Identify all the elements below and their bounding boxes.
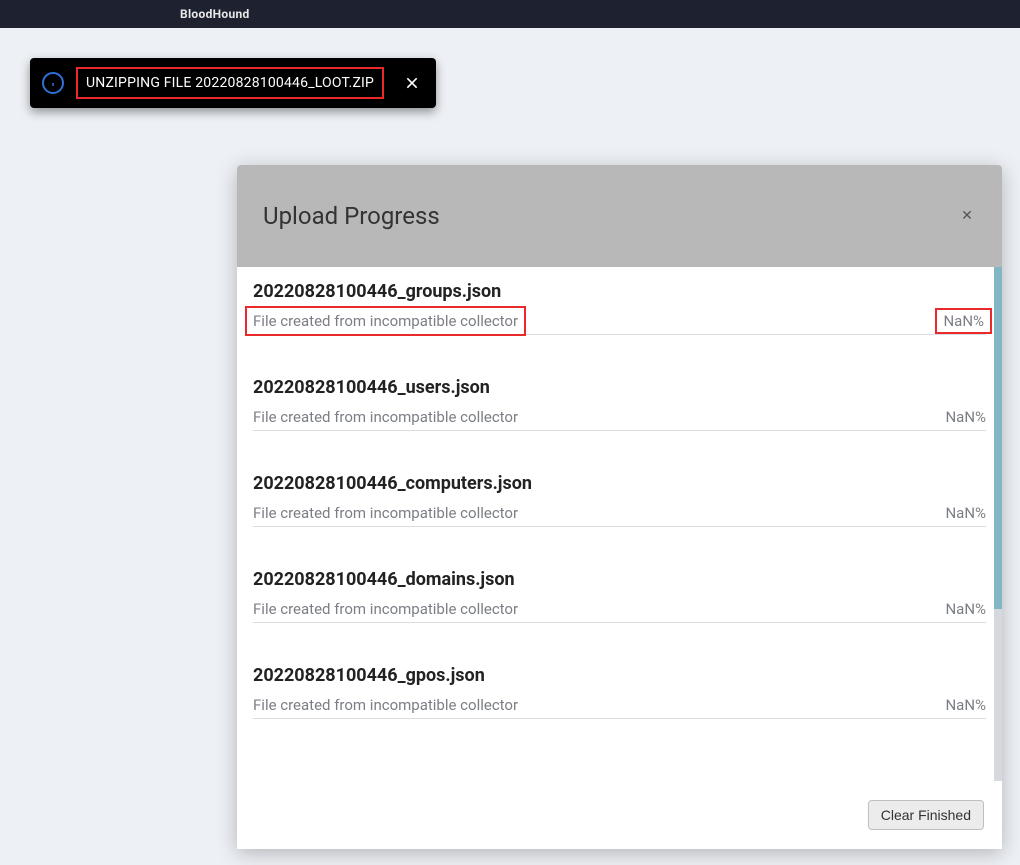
file-status: File created from incompatible collector: [253, 600, 518, 618]
file-name: 20220828100446_groups.json: [253, 281, 986, 302]
upload-progress-panel: Upload Progress ✕ 20220828100446_groups.…: [237, 165, 1002, 849]
unzip-toast: UNZIPPING FILE 20220828100446_LOOT.ZIP: [30, 58, 436, 108]
scrollbar-thumb[interactable]: [994, 267, 1002, 609]
file-percent: NaN%: [945, 408, 986, 426]
file-name: 20220828100446_domains.json: [253, 569, 986, 590]
app-title: BloodHound: [180, 7, 250, 21]
info-icon: [42, 72, 64, 94]
file-item: 20220828100446_domains.json File created…: [253, 569, 986, 623]
panel-title: Upload Progress: [263, 202, 440, 230]
panel-header: Upload Progress ✕: [237, 165, 1002, 267]
file-status-row: File created from incompatible collector…: [253, 312, 986, 335]
file-percent: NaN%: [935, 308, 992, 334]
file-status: File created from incompatible collector: [253, 408, 518, 426]
file-percent: NaN%: [945, 504, 986, 522]
file-item: 20220828100446_groups.json File created …: [253, 281, 986, 335]
panel-close-button[interactable]: ✕: [958, 207, 976, 225]
file-status: File created from incompatible collector: [253, 696, 518, 714]
file-percent: NaN%: [945, 696, 986, 714]
close-icon: ✕: [961, 208, 973, 224]
titlebar: BloodHound: [0, 0, 1020, 28]
file-name: 20220828100446_users.json: [253, 377, 986, 398]
file-item: 20220828100446_gpos.json File created fr…: [253, 665, 986, 719]
file-item: 20220828100446_users.json File created f…: [253, 377, 986, 431]
toast-message: UNZIPPING FILE 20220828100446_LOOT.ZIP: [76, 67, 384, 99]
file-name: 20220828100446_gpos.json: [253, 665, 986, 686]
file-status-row: File created from incompatible collector…: [253, 696, 986, 719]
panel-footer: Clear Finished: [237, 781, 1002, 849]
file-name: 20220828100446_computers.json: [253, 473, 986, 494]
clear-finished-button[interactable]: Clear Finished: [868, 800, 984, 830]
toast-close-button[interactable]: [398, 69, 426, 97]
file-item: 20220828100446_computers.json File creat…: [253, 473, 986, 527]
file-status-row: File created from incompatible collector…: [253, 504, 986, 527]
file-list: 20220828100446_groups.json File created …: [237, 267, 1002, 719]
file-status: File created from incompatible collector: [245, 306, 526, 336]
file-status: File created from incompatible collector: [253, 504, 518, 522]
file-status-row: File created from incompatible collector…: [253, 600, 986, 623]
panel-body: 20220828100446_groups.json File created …: [237, 267, 1002, 781]
file-status-row: File created from incompatible collector…: [253, 408, 986, 431]
scrollbar-track[interactable]: [994, 267, 1002, 781]
file-percent: NaN%: [945, 600, 986, 618]
